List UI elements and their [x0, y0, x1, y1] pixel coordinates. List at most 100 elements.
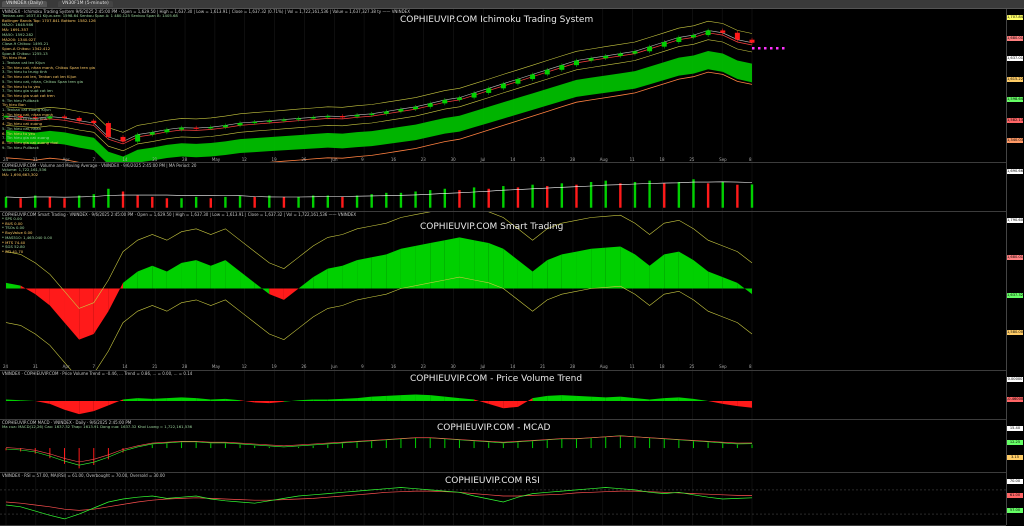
candle[interactable]	[398, 109, 404, 112]
candle[interactable]	[383, 111, 389, 114]
volume-bar[interactable]	[326, 195, 330, 208]
volume-bar[interactable]	[253, 196, 256, 208]
volume-bar[interactable]	[165, 198, 169, 208]
volume-bar[interactable]	[77, 195, 81, 208]
volume-bar[interactable]	[575, 184, 578, 208]
candle[interactable]	[515, 79, 521, 84]
volume-bar[interactable]	[721, 181, 724, 208]
price-axis[interactable]	[1006, 9, 1024, 525]
candle[interactable]	[354, 114, 360, 117]
candle[interactable]	[266, 120, 272, 122]
volume-bar[interactable]	[706, 183, 710, 208]
candle[interactable]	[690, 35, 696, 38]
candle[interactable]	[573, 60, 579, 66]
volume-bar[interactable]	[63, 198, 66, 208]
candle[interactable]	[603, 55, 609, 59]
candle[interactable]	[369, 113, 375, 115]
candle[interactable]	[544, 69, 550, 75]
volume-bar[interactable]	[136, 195, 139, 208]
volume-bar[interactable]	[736, 184, 739, 208]
candle[interactable]	[456, 97, 462, 100]
volume-bar[interactable]	[180, 198, 183, 208]
volume-bar[interactable]	[282, 196, 286, 208]
candle[interactable]	[252, 121, 258, 124]
volume-bar[interactable]	[194, 196, 198, 208]
candle[interactable]	[632, 51, 638, 54]
candle[interactable]	[442, 99, 448, 104]
tab-vn30f1m[interactable]: VN30F1M (5-minute)	[58, 1, 113, 7]
candle[interactable]	[149, 132, 155, 135]
candle[interactable]	[559, 65, 565, 70]
volume-bar[interactable]	[107, 188, 110, 208]
macd-pane[interactable]: COPHIEUVIP.COM MACD · VNINDEX · Daily · …	[0, 420, 1006, 473]
candle[interactable]	[588, 58, 594, 61]
candle[interactable]	[91, 120, 97, 124]
volume-bar[interactable]	[4, 196, 8, 208]
volume-bar[interactable]	[48, 196, 52, 208]
candle[interactable]	[62, 116, 68, 118]
candle[interactable]	[471, 92, 477, 98]
candle[interactable]	[530, 74, 536, 80]
candle[interactable]	[427, 103, 433, 107]
volume-bar[interactable]	[414, 191, 417, 208]
volume-bar[interactable]	[238, 195, 242, 208]
candle[interactable]	[105, 123, 111, 137]
candle[interactable]	[310, 117, 316, 119]
volume-bar[interactable]	[516, 187, 520, 208]
volume-bar[interactable]	[692, 179, 695, 208]
volume-bar[interactable]	[341, 196, 344, 208]
candle[interactable]	[676, 37, 682, 43]
candle[interactable]	[720, 30, 726, 33]
candle[interactable]	[705, 30, 711, 36]
candle[interactable]	[120, 136, 126, 142]
candle[interactable]	[339, 116, 345, 118]
volume-bar[interactable]	[663, 183, 666, 208]
volume-bar[interactable]	[531, 184, 534, 208]
tab-vnindex-daily[interactable]: VNINDEX (Daily)	[2, 1, 47, 7]
candle[interactable]	[734, 32, 740, 40]
rsi-pane[interactable]: VNINDEX · RSI = 57.00, MA(RSI) = 61.00, …	[0, 473, 1006, 526]
candle[interactable]	[237, 123, 243, 126]
volume-bar[interactable]	[355, 195, 359, 208]
candle[interactable]	[193, 127, 199, 129]
candle[interactable]	[647, 46, 653, 52]
candle[interactable]	[76, 117, 82, 121]
candle[interactable]	[179, 127, 185, 130]
volume-bar[interactable]	[633, 181, 637, 208]
volume-bar[interactable]	[677, 181, 681, 208]
volume-pane[interactable]: COPHIEUVIP.COM · Volume and Moving Avera…	[0, 163, 1006, 212]
candle[interactable]	[222, 125, 228, 128]
volume-bar[interactable]	[472, 187, 476, 208]
volume-bar[interactable]	[487, 188, 490, 208]
volume-bar[interactable]	[297, 196, 300, 208]
candle[interactable]	[413, 106, 419, 110]
volume-bar[interactable]	[750, 184, 754, 208]
volume-bar[interactable]	[502, 186, 505, 208]
volume-bar[interactable]	[34, 195, 37, 208]
volume-bar[interactable]	[151, 196, 154, 208]
volume-bar[interactable]	[311, 195, 315, 208]
volume-bar[interactable]	[268, 195, 271, 208]
volume-bar[interactable]	[121, 191, 125, 208]
candle[interactable]	[281, 119, 287, 121]
volume-bar[interactable]	[224, 196, 227, 208]
smart-trading-pane[interactable]: COPHIEUVIP.COM Smart Trading · VNINDEX ·…	[0, 212, 1006, 371]
volume-bar[interactable]	[648, 180, 651, 208]
candle[interactable]	[208, 127, 214, 129]
volume-bar[interactable]	[428, 190, 432, 208]
candle[interactable]	[661, 42, 667, 47]
volume-bar[interactable]	[385, 192, 388, 208]
volume-bar[interactable]	[19, 198, 22, 208]
candle[interactable]	[164, 129, 170, 133]
volume-bar[interactable]	[619, 183, 622, 208]
candle[interactable]	[617, 53, 623, 56]
candle[interactable]	[296, 118, 302, 120]
ichimoku-pane[interactable]: VNINDEX · Ichimoku Trading System 9/6/20…	[0, 9, 1006, 163]
volume-bar[interactable]	[546, 186, 549, 208]
candle[interactable]	[749, 39, 755, 43]
volume-bar[interactable]	[209, 198, 212, 208]
candle[interactable]	[135, 134, 141, 142]
candle[interactable]	[500, 83, 506, 89]
volume-bar[interactable]	[604, 180, 607, 208]
pvt-pane[interactable]: VNINDEX · COPHIEUVIP.COM · Price Volume …	[0, 371, 1006, 420]
